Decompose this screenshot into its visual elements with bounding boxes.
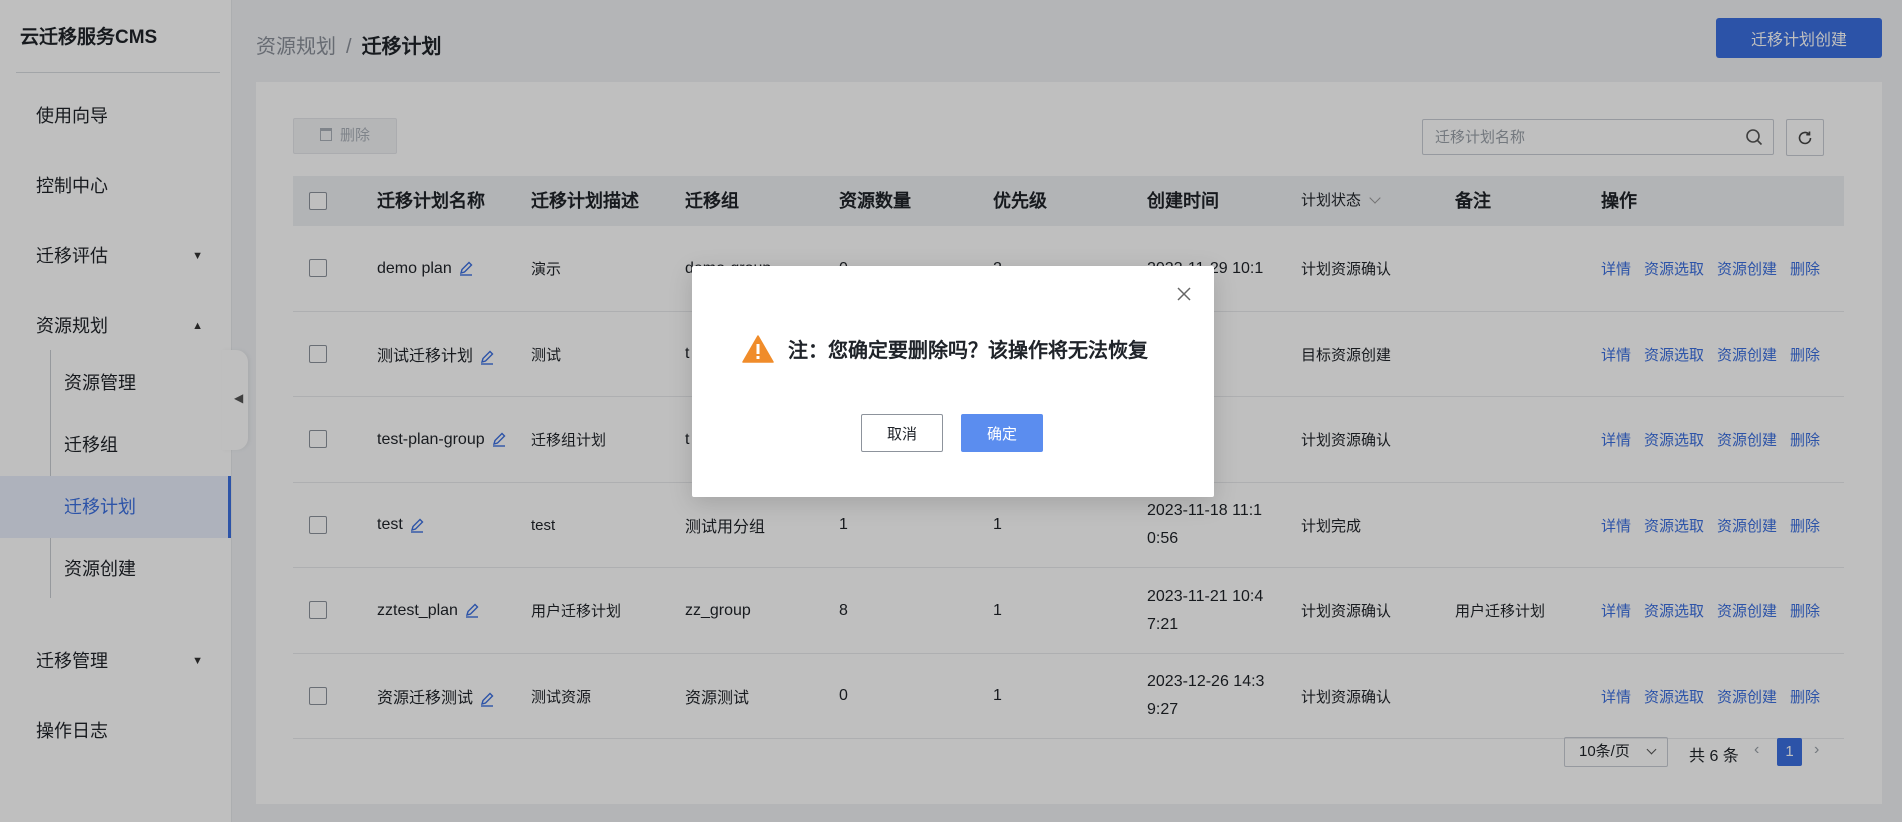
cancel-button[interactable]: 取消: [861, 414, 943, 452]
warning-icon: [742, 334, 774, 363]
confirm-button[interactable]: 确定: [961, 414, 1043, 452]
dialog-message: 注：您确定要删除吗？该操作将无法恢复: [742, 334, 1148, 363]
confirm-delete-dialog: 注：您确定要删除吗？该操作将无法恢复 取消 确定: [692, 266, 1214, 497]
dialog-message-text: 注：您确定要删除吗？该操作将无法恢复: [788, 340, 1148, 362]
close-icon[interactable]: [1176, 286, 1192, 302]
